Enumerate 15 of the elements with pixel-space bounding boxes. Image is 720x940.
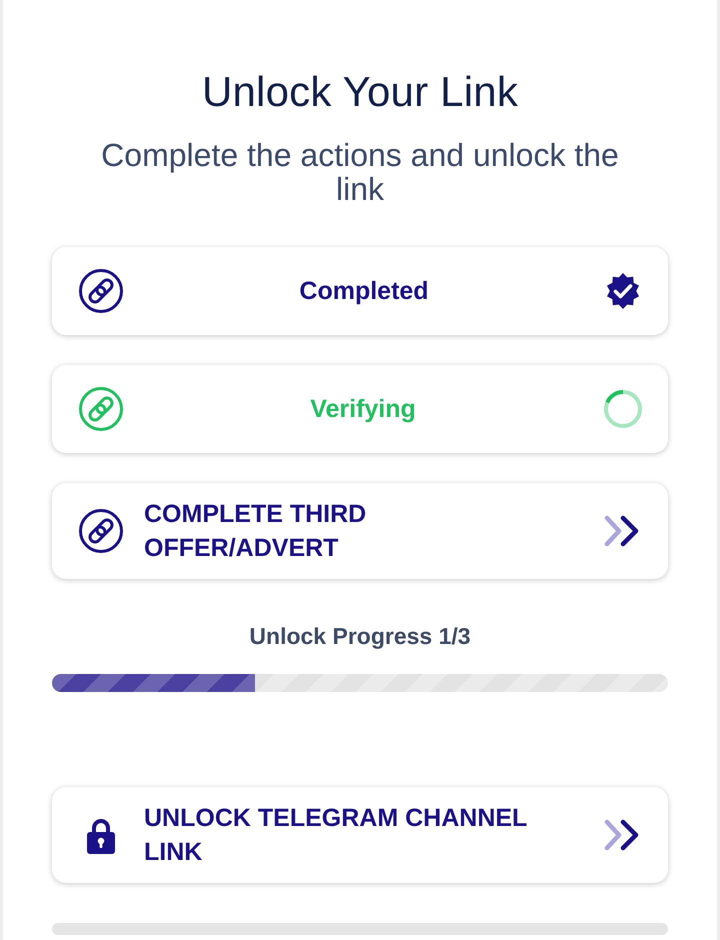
- task-status-label: Verifying: [309, 394, 417, 424]
- page-title: Unlock Your Link: [202, 67, 518, 117]
- link-circle-icon: [79, 509, 123, 553]
- link-circle-icon: [79, 387, 123, 431]
- task-status-label: Completed: [298, 276, 430, 306]
- page-subtitle: Complete the actions and unlock the link: [100, 138, 620, 206]
- progress-label: Unlock Progress 1/3: [249, 622, 471, 650]
- link-circle-icon: [79, 269, 123, 313]
- double-chevron-icon: [603, 818, 641, 852]
- offer-task-button[interactable]: COMPLETE THIRD OFFER/ADVERT: [52, 483, 668, 579]
- unlock-link-button[interactable]: UNLOCK TELEGRAM CHANNEL LINK: [52, 787, 668, 883]
- double-chevron-icon: [603, 514, 641, 548]
- verified-check-icon: [605, 273, 641, 309]
- padlock-icon: [85, 816, 117, 854]
- loading-spinner-icon: [603, 389, 643, 429]
